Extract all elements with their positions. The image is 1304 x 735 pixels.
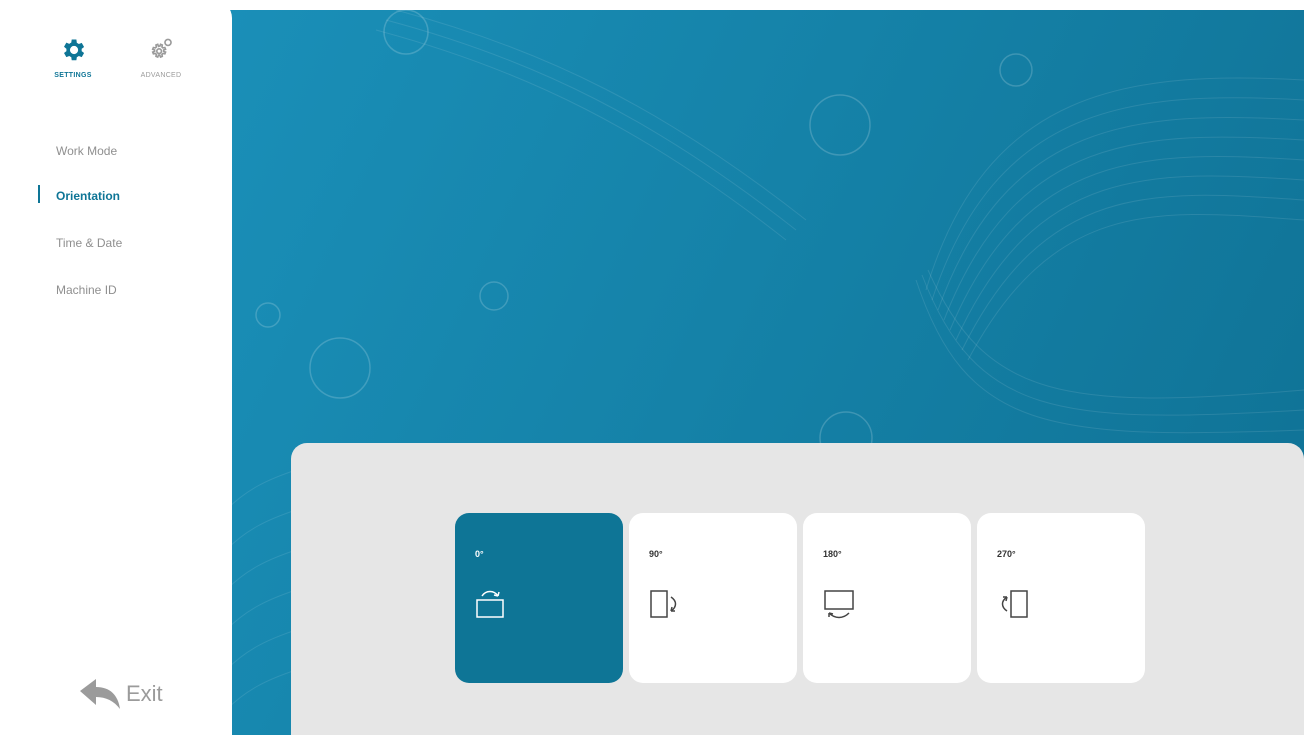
back-arrow-icon: [80, 679, 120, 709]
orientation-panel: 0° 90° 180° 270°: [291, 443, 1304, 735]
portrait-rotate-right-icon: [650, 590, 677, 618]
orientation-option-90[interactable]: 90°: [629, 513, 797, 683]
sidebar: SETTINGS ADVANCED Work Mode Orientation …: [0, 0, 232, 735]
menu-item-orientation[interactable]: Orientation: [56, 189, 120, 203]
exit-label: Exit: [126, 681, 163, 706]
orientation-label: 270°: [997, 549, 1016, 559]
orientation-label: 180°: [823, 549, 842, 559]
tab-advanced-label: ADVANCED: [140, 72, 182, 79]
orientation-option-270[interactable]: 270°: [977, 513, 1145, 683]
gears-icon: [151, 38, 172, 59]
tab-settings[interactable]: SETTINGS: [38, 36, 108, 96]
gear-icon: [64, 39, 85, 61]
orientation-options: 0° 90° 180° 270°: [455, 513, 1151, 683]
menu-item-work-mode[interactable]: Work Mode: [56, 144, 117, 158]
landscape-rotate-icon: [476, 590, 504, 618]
orientation-label: 90°: [649, 549, 663, 559]
orientation-option-0[interactable]: 0°: [455, 513, 623, 683]
landscape-flipped-icon: [824, 590, 854, 619]
orientation-option-180[interactable]: 180°: [803, 513, 971, 683]
exit-button[interactable]: Exit: [78, 677, 163, 711]
portrait-rotate-left-icon: [1001, 590, 1028, 618]
tab-advanced[interactable]: ADVANCED: [126, 36, 196, 96]
tab-settings-label: SETTINGS: [54, 72, 92, 79]
menu-item-machine-id[interactable]: Machine ID: [56, 283, 117, 297]
menu-item-time-date[interactable]: Time & Date: [56, 236, 122, 250]
active-indicator: [38, 185, 40, 203]
orientation-label: 0°: [475, 549, 484, 559]
